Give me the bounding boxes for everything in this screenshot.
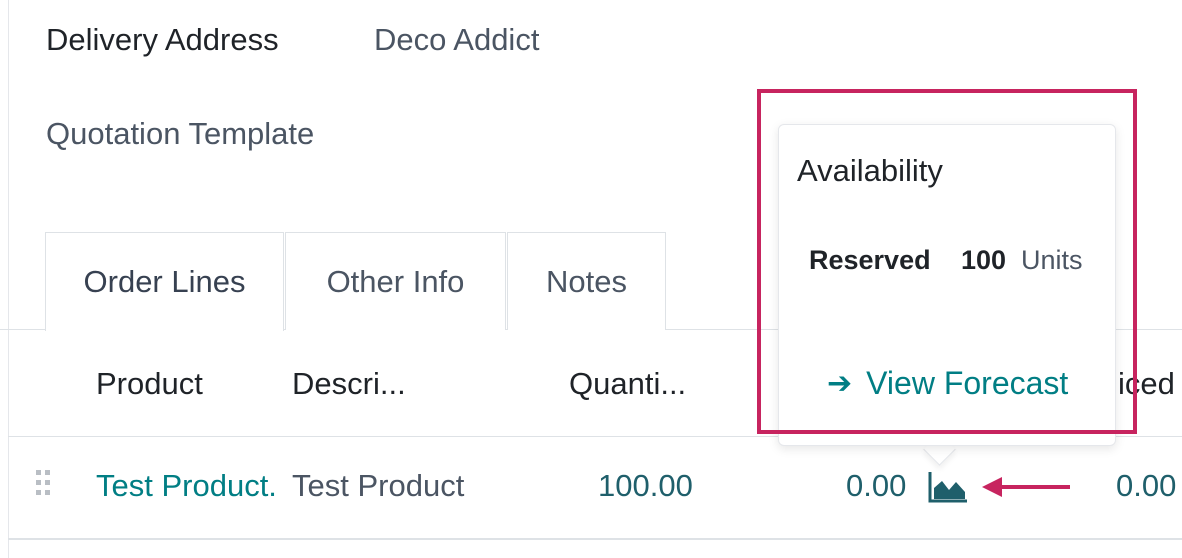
view-forecast-label: View Forecast [866, 365, 1069, 401]
reserved-quantity: 100 [961, 245, 1007, 275]
drag-handle-icon[interactable] [36, 470, 56, 500]
area-chart-icon[interactable] [927, 470, 969, 504]
view-forecast-button[interactable]: ➔ View Forecast [827, 365, 1068, 402]
row-quantity[interactable]: 100.00 [598, 468, 693, 504]
row-description[interactable]: Test Product [292, 468, 464, 504]
row-product-link[interactable]: Test Product. [96, 468, 277, 504]
delivery-address-field[interactable]: Deco Addict [374, 22, 539, 58]
column-header-quantity[interactable]: Quanti... [569, 366, 686, 402]
delivery-address-label: Delivery Address [46, 22, 279, 57]
column-header-unit-price[interactable]: iced [1118, 366, 1175, 402]
reserved-label: Reserved [809, 245, 931, 275]
tab-other-info[interactable]: Other Info [285, 232, 506, 330]
tab-order-lines[interactable]: Order Lines [45, 232, 284, 331]
row-unit-price[interactable]: 0.00 [1116, 468, 1176, 504]
availability-popover: Availability Reserved 100 Units ➔ View F… [778, 124, 1116, 446]
table-row-divider [8, 538, 1182, 540]
reserved-unit: Units [1021, 245, 1083, 275]
arrow-right-icon: ➔ [827, 367, 853, 400]
tab-notes[interactable]: Notes [507, 232, 666, 330]
form-left-border [8, 0, 9, 558]
row-delivered-quantity: 0.00 [846, 468, 907, 503]
annotation-arrow-icon [982, 477, 1070, 497]
popover-title: Availability [797, 153, 943, 188]
column-header-product[interactable]: Product [96, 366, 203, 402]
column-header-description[interactable]: Descri... [292, 366, 406, 402]
quotation-template-label: Quotation Template [46, 116, 315, 151]
